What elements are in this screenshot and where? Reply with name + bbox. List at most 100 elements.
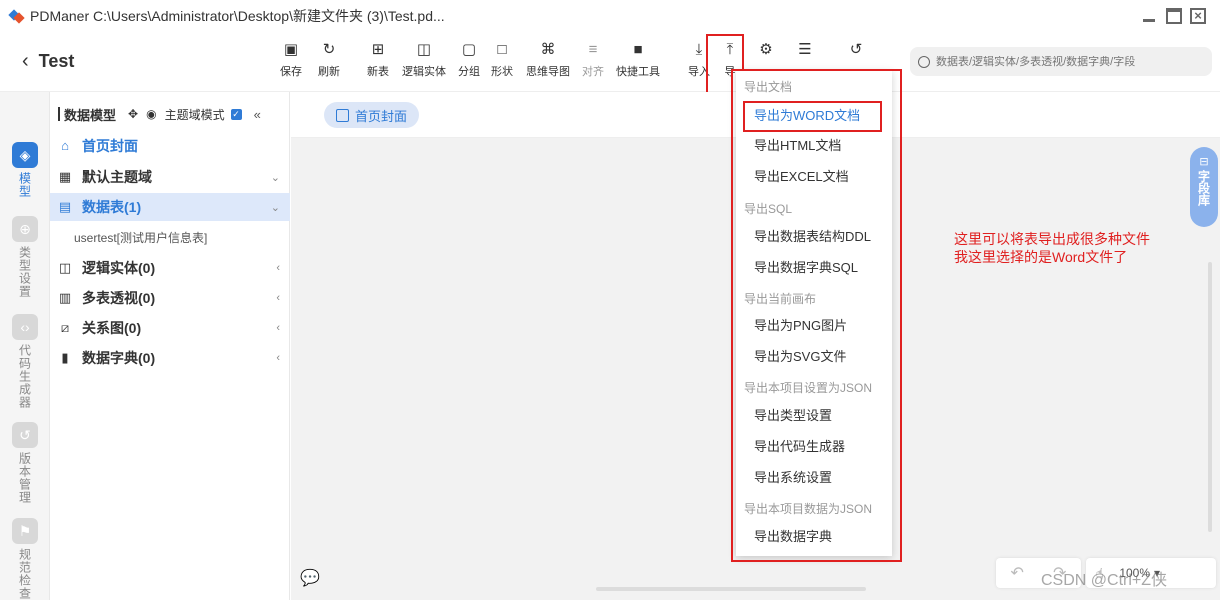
save-button[interactable]: ▣ 保存 <box>280 42 302 80</box>
align-button[interactable]: ≡ 对齐 <box>582 42 604 80</box>
align-icon: ≡ <box>588 41 598 58</box>
menu-group-sql: 导出SQL <box>744 202 793 216</box>
tree-item-tables[interactable]: ▤ 数据表(1) ⌄ <box>50 193 290 221</box>
nav-norm-check[interactable]: ⚑ 规范检查 <box>0 518 50 600</box>
nav-version[interactable]: ↺ 版本管理 <box>0 422 50 509</box>
search-input[interactable] <box>936 55 1206 68</box>
gear-icon: ⚙ <box>759 41 773 58</box>
menu-item-export-dict-sql[interactable]: 导出数据字典SQL <box>736 254 892 282</box>
history-button[interactable]: ↺ <box>848 42 864 62</box>
minimize-icon[interactable] <box>1142 8 1158 24</box>
shape-button[interactable]: □ 形状 <box>491 42 513 80</box>
menu-item-export-svg[interactable]: 导出为SVG文件 <box>736 343 892 371</box>
field-library-button[interactable]: ⊟ 字段库 <box>1190 147 1218 227</box>
close-icon[interactable]: × <box>1190 8 1206 24</box>
tree-item-home[interactable]: ⌂ 首页封面 <box>50 132 290 160</box>
back-button[interactable]: ‹ Test <box>22 50 74 73</box>
window-title: PDManer C:\Users\Administrator\Desktop\新… <box>30 8 445 24</box>
cube-icon: ◈ <box>12 142 38 168</box>
app-logo-icon <box>10 9 24 23</box>
code-icon: ‹› <box>12 314 38 340</box>
download-icon: ⤓ <box>695 41 703 58</box>
collapse-icon[interactable]: « <box>254 107 261 122</box>
nav-codegen[interactable]: ‹› 代码生成器 <box>0 314 50 414</box>
chevron-down-icon: ⌄ <box>270 171 280 184</box>
refresh-button[interactable]: ↻ 刷新 <box>318 42 340 80</box>
menu-item-export-excel[interactable]: 导出EXCEL文档 <box>736 163 892 191</box>
save-icon: ▣ <box>283 41 299 58</box>
menu-group-settings-json: 导出本项目设置为JSON <box>744 381 873 395</box>
menu-item-export-word[interactable]: 导出为WORD文档 <box>736 102 892 130</box>
search-box[interactable] <box>910 47 1212 76</box>
quick-tools-button[interactable]: ■ 快捷工具 <box>616 42 660 80</box>
field-library-icon: ⊟ <box>1199 156 1209 168</box>
mindmap-icon: ⌘ <box>540 41 556 58</box>
new-table-button[interactable]: ⊞ 新表 <box>367 42 389 80</box>
annotation-text: 这里可以将表导出成很多种文件 我这里选择的是Word文件了 <box>954 231 1150 265</box>
history-icon: ↺ <box>849 41 863 58</box>
title-bar: PDManer C:\Users\Administrator\Desktop\新… <box>0 0 1220 32</box>
undo-icon[interactable]: ↶ <box>1011 563 1024 583</box>
toolbox-icon: ■ <box>633 41 643 58</box>
project-name: Test <box>38 51 75 71</box>
menu-item-export-png[interactable]: 导出为PNG图片 <box>736 312 892 340</box>
new-table-icon: ⊞ <box>371 41 385 58</box>
tree-item-dictionary[interactable]: ▮ 数据字典(0) ‹ <box>50 344 290 372</box>
tree-leaf-usertest[interactable]: usertest[测试用户信息表] <box>74 229 207 246</box>
chevron-left-icon: ‹ <box>276 262 280 274</box>
logic-entity-button[interactable]: ◫ 逻辑实体 <box>402 42 446 80</box>
home-icon: ⌂ <box>61 138 69 153</box>
menu-item-export-data-dict[interactable]: 导出数据字典 <box>736 523 892 551</box>
search-icon <box>918 55 930 68</box>
chevron-down-icon: ⌄ <box>270 201 280 214</box>
chevron-left-icon: ‹ <box>276 322 280 334</box>
database-button[interactable]: ☰ <box>797 42 813 62</box>
move-icon[interactable]: ✥ <box>128 107 138 121</box>
entity-icon: ◫ <box>58 260 72 275</box>
chevron-left-icon: ‹ <box>276 292 280 304</box>
comment-icon[interactable]: 💬 <box>300 568 320 588</box>
tree-item-default-domain[interactable]: ▦ 默认主题域 ⌄ <box>50 163 290 191</box>
maximize-icon[interactable] <box>1166 8 1182 24</box>
model-tree: 数据模型 ✥ ◉ 主题域模式 ✓ « ⌂ 首页封面 ▦ 默认主题域 ⌄ ▤ 数据… <box>50 92 290 600</box>
book-icon: ▮ <box>61 350 69 365</box>
group-icon: ▢ <box>461 41 477 58</box>
chevron-left-icon: ‹ <box>276 352 280 364</box>
domain-mode-label: 主题域模式 <box>164 107 225 122</box>
menu-item-export-system-settings[interactable]: 导出系统设置 <box>736 464 892 492</box>
flag-icon: ⚑ <box>12 518 38 544</box>
nav-type-settings[interactable]: ⊕ 类型设置 <box>0 216 50 303</box>
menu-group-doc: 导出文档 <box>744 80 793 94</box>
menu-group-canvas: 导出当前画布 <box>744 292 817 306</box>
nav-model[interactable]: ◈ 模型 <box>0 142 50 203</box>
shape-icon: □ <box>497 41 507 58</box>
menu-group-data-json: 导出本项目数据为JSON <box>744 502 873 516</box>
database-icon: ☰ <box>798 41 812 58</box>
eye-icon[interactable]: ◉ <box>146 107 156 121</box>
grid-icon: ▦ <box>58 169 72 184</box>
refresh-icon: ↻ <box>322 41 336 58</box>
logic-entity-icon: ◫ <box>416 41 432 58</box>
bar-chart-icon: ▥ <box>58 290 72 305</box>
settings-button[interactable]: ⚙ <box>758 42 774 62</box>
watermark: CSDN @Ctrl+Z侠 <box>1041 572 1168 589</box>
tree-item-multi-pivot[interactable]: ▥ 多表透视(0) ‹ <box>50 284 290 312</box>
relation-icon: ⧄ <box>60 320 70 335</box>
vertical-scrollbar[interactable] <box>1208 262 1212 532</box>
version-icon: ↺ <box>12 422 38 448</box>
horizontal-scrollbar[interactable] <box>596 587 866 591</box>
home-cover-icon <box>336 108 349 122</box>
chevron-left-icon: ‹ <box>22 50 29 72</box>
menu-item-export-codegen[interactable]: 导出代码生成器 <box>736 433 892 461</box>
tree-item-logic-entities[interactable]: ◫ 逻辑实体(0) ‹ <box>50 254 290 282</box>
menu-item-export-ddl[interactable]: 导出数据表结构DDL <box>736 223 892 251</box>
left-nav: ◈ 模型 ⊕ 类型设置 ‹› 代码生成器 ↺ 版本管理 ⚑ 规范检查 <box>0 92 50 600</box>
menu-item-export-html[interactable]: 导出HTML文档 <box>736 132 892 160</box>
tab-home[interactable]: 首页封面 <box>324 102 420 128</box>
export-menu: 导出文档 导出为WORD文档 导出HTML文档 导出EXCEL文档 导出SQL … <box>736 70 892 556</box>
group-button[interactable]: ▢ 分组 <box>458 42 480 80</box>
domain-mode-checkbox[interactable]: ✓ <box>230 108 242 120</box>
tree-item-relation[interactable]: ⧄ 关系图(0) ‹ <box>50 314 290 342</box>
mindmap-button[interactable]: ⌘ 思维导图 <box>526 42 570 80</box>
menu-item-export-type-settings[interactable]: 导出类型设置 <box>736 402 892 430</box>
